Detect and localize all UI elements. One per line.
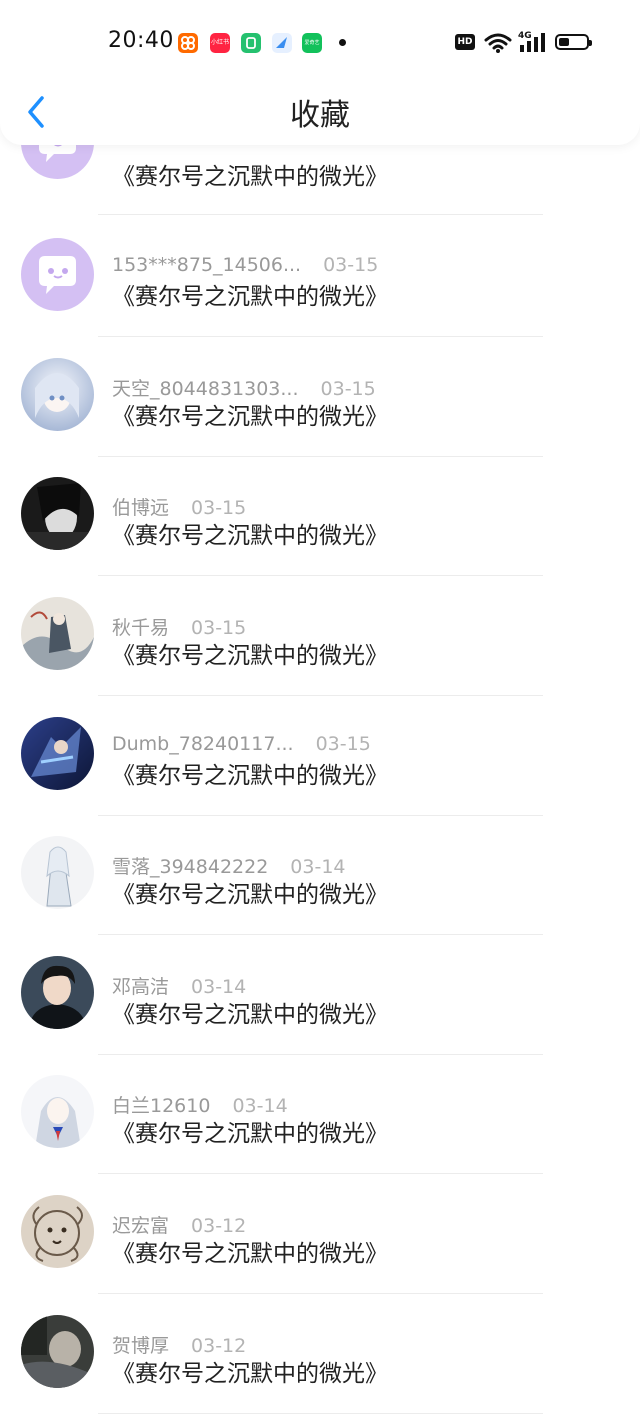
header-bar: 20:40 小红书 爱奇艺 HD 4G 收藏 [0,0,640,145]
user-avatar[interactable] [21,1195,94,1268]
user-avatar[interactable] [21,238,94,311]
user-name[interactable]: 153***875_14506... [112,254,301,276]
user-avatar[interactable] [21,597,94,670]
favorite-title[interactable]: 《赛尔号之沉默中的微光》 [112,1234,388,1268]
user-name[interactable]: Dumb_78240117... [112,733,294,755]
favorite-title[interactable]: 《赛尔号之沉默中的微光》 [112,1114,388,1148]
user-avatar[interactable] [21,717,94,790]
iqiyi-icon: 爱奇艺 [302,33,322,53]
wechat-mini-icon [241,33,261,53]
item-date: 03-15 [323,254,379,276]
favorite-title[interactable]: 《赛尔号之沉默中的微光》 [112,397,388,431]
user-avatar[interactable] [21,956,94,1029]
list-item[interactable]: 白兰12610 03-14 《赛尔号之沉默中的微光》 [0,1051,640,1174]
status-bar: 20:40 小红书 爱奇艺 HD 4G [0,0,640,86]
battery-icon [555,34,592,50]
list-item[interactable]: 迟宏富 03-12 《赛尔号之沉默中的微光》 [0,1171,640,1294]
user-avatar[interactable] [21,358,94,431]
divider [98,1413,543,1414]
favorite-title[interactable]: 《赛尔号之沉默中的微光》 [112,1354,388,1388]
user-avatar[interactable] [21,1075,94,1148]
xiaohongshu-icon: 小红书 [210,33,230,53]
taobao-icon [178,33,198,53]
user-avatar[interactable] [21,836,94,909]
list-item[interactable]: 153***875_14506... 03-15 《赛尔号之沉默中的微光》 [0,214,640,337]
list-item[interactable]: Dumb_78240117... 03-15 《赛尔号之沉默中的微光》 [0,693,640,816]
hd-badge: HD [455,34,475,50]
favorite-title[interactable]: 《赛尔号之沉默中的微光》 [112,277,388,311]
wifi-icon [484,32,512,58]
user-avatar[interactable] [21,477,94,550]
page-title: 收藏 [290,98,350,133]
list-item[interactable]: 贺博厚 03-12 《赛尔号之沉默中的微光》 [0,1291,640,1414]
list-item[interactable]: 雪落_394842222 03-14 《赛尔号之沉默中的微光》 [0,812,640,935]
list-item[interactable]: 秋千易 03-15 《赛尔号之沉默中的微光》 [0,573,640,696]
favorite-title[interactable]: 《赛尔号之沉默中的微光》 [112,516,388,550]
cellular-signal-icon: 4G [518,30,548,58]
favorite-title[interactable]: 《赛尔号之沉默中的微光》 [112,636,388,670]
status-time: 20:40 [108,28,174,53]
item-date: 03-15 [315,733,371,755]
blue-app-icon [272,33,292,53]
favorite-title[interactable]: 《赛尔号之沉默中的微光》 [112,995,388,1029]
list-item[interactable]: 天空_8044831303... 03-15 《赛尔号之沉默中的微光》 [0,334,640,457]
favorite-title[interactable]: 《赛尔号之沉默中的微光》 [112,157,388,191]
item-meta: 153***875_14506... 03-15 [112,254,378,276]
list-item[interactable]: 伯博远 03-15 《赛尔号之沉默中的微光》 [0,453,640,576]
notification-dot [339,39,346,46]
network-type-label: 4G [518,31,532,41]
item-meta: Dumb_78240117... 03-15 [112,733,371,755]
favorite-title[interactable]: 《赛尔号之沉默中的微光》 [112,756,388,790]
favorite-title[interactable]: 《赛尔号之沉默中的微光》 [112,875,388,909]
list-item[interactable]: 邓高洁 03-14 《赛尔号之沉默中的微光》 [0,932,640,1055]
user-avatar[interactable] [21,1315,94,1388]
